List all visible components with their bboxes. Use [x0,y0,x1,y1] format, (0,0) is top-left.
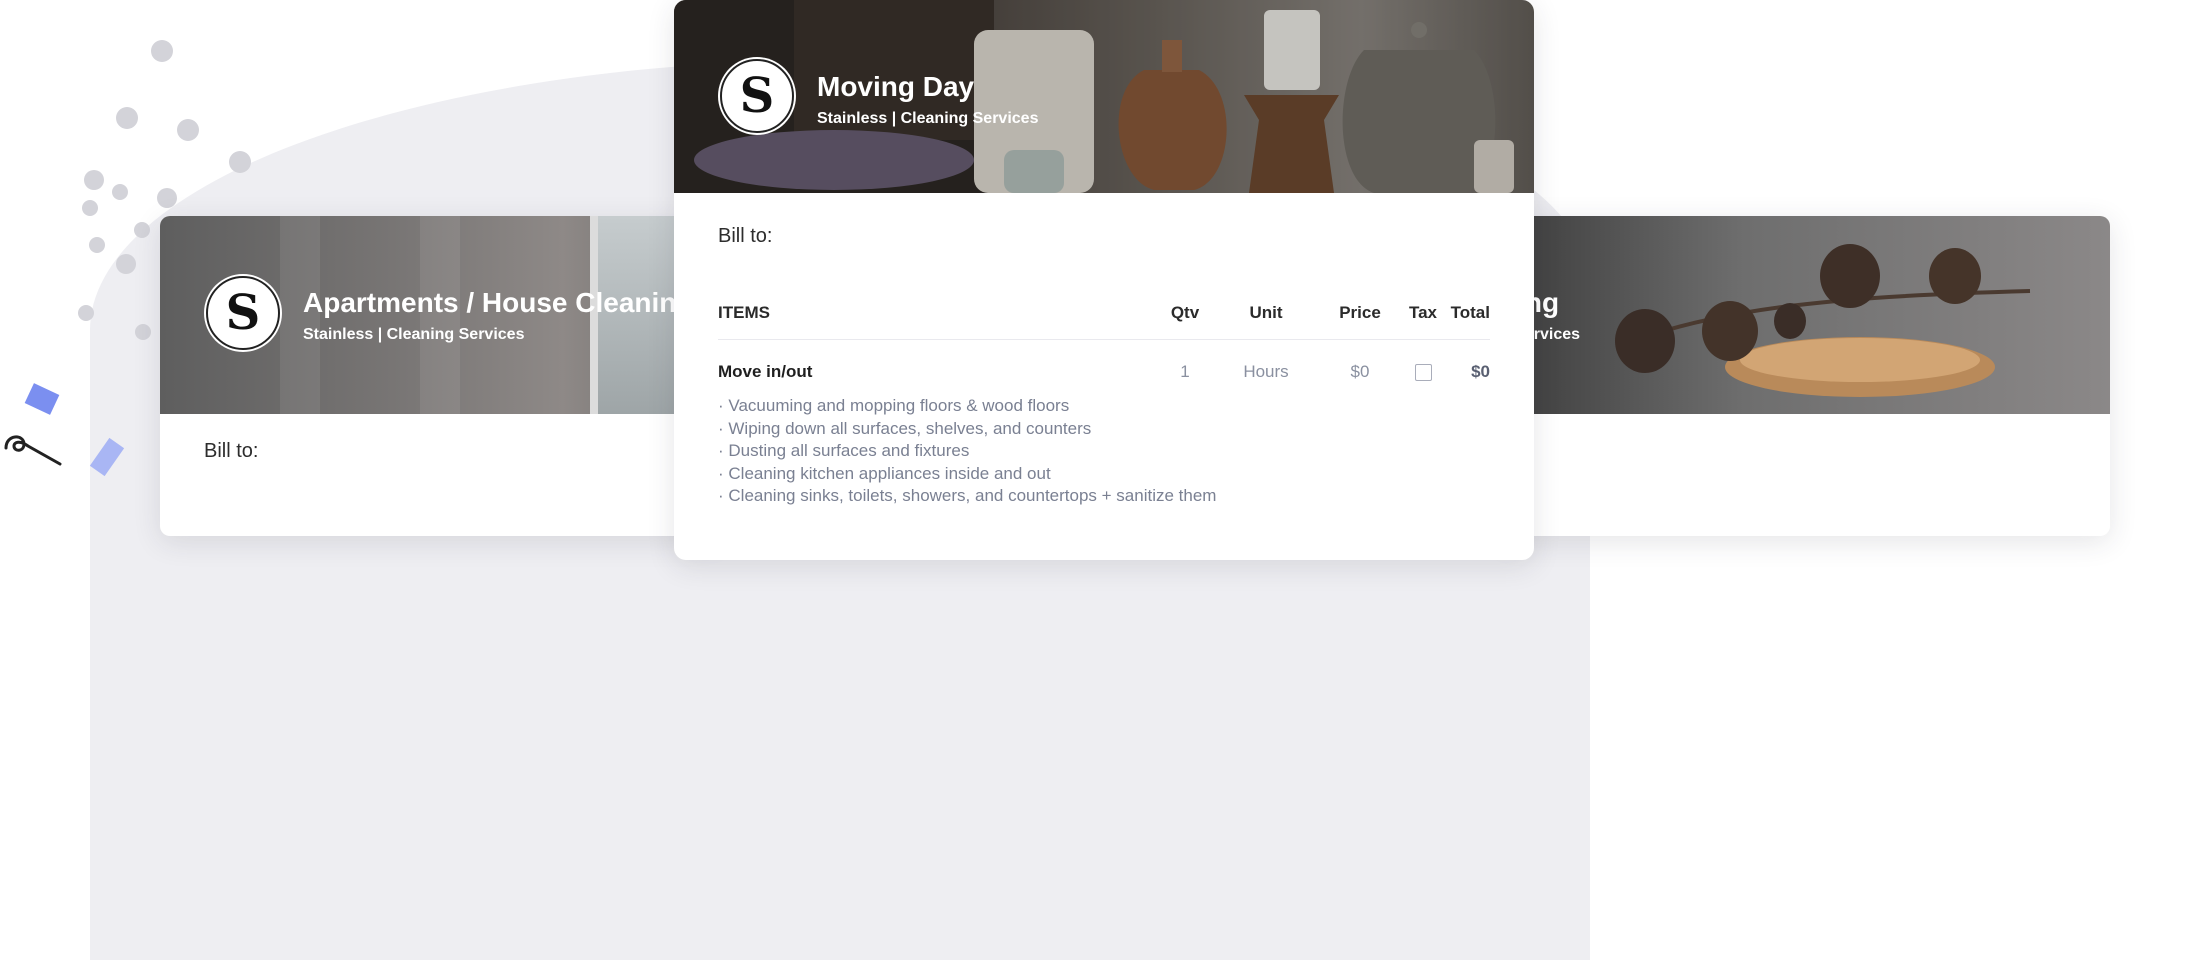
squiggle-icon [4,435,62,466]
card-subtitle: Stainless | Cleaning Services [303,326,525,343]
card-title: Moving Day [817,71,975,102]
invoice-card-moving-day[interactable]: S Moving Day Stainless | Cleaning Servic… [674,0,1534,560]
list-item: Vacuuming and mopping floors & wood floo… [718,395,1216,418]
invoice-card-right[interactable]: ning g Services [1500,216,2110,536]
table-row[interactable]: Move in/out 1 Hours $0 $0 [718,362,1490,392]
list-item: Cleaning kitchen appliances inside and o… [718,463,1216,486]
card-subtitle: Stainless | Cleaning Services [817,110,1039,127]
item-name: Move in/out [718,362,813,381]
hero-image: S Apartments / House Cleaning Stainless … [160,216,720,414]
header-items: ITEMS [718,303,770,322]
header-qty: Qtv [1170,303,1200,322]
bill-to-label: Bill to: [204,440,259,462]
header-price: Price [1339,303,1381,322]
header-unit: Unit [1249,303,1283,322]
hero-image: S Moving Day Stainless | Cleaning Servic… [674,0,1534,193]
item-details-list: Vacuuming and mopping floors & wood floo… [718,395,1216,508]
stainless-logo-icon: S [204,274,282,352]
item-qty: 1 [1180,362,1190,381]
list-item: Wiping down all surfaces, shelves, and c… [718,418,1216,441]
item-total: $0 [1471,362,1490,381]
item-price: $0 [1350,362,1370,381]
list-item: Cleaning sinks, toilets, showers, and co… [718,485,1216,508]
kitchen-shelf-image [674,0,1534,193]
header-tax: Tax [1408,303,1438,322]
items-table-header: ITEMS Qtv Unit Price Tax Total [718,303,1490,340]
header-total: Total [1450,303,1490,322]
hero-image: ning g Services [1500,216,2110,414]
stainless-logo-icon: S [718,57,796,135]
invoice-card-apartments[interactable]: S Apartments / House Cleaning Stainless … [160,216,720,536]
pinecones-image [1615,244,2031,373]
item-unit: Hours [1243,362,1289,381]
list-item: Dusting all surfaces and fixtures [718,440,1216,463]
tax-checkbox[interactable] [1398,362,1448,386]
decorative-blue-square [24,383,60,415]
card-title: Apartments / House Cleaning [303,287,694,318]
bill-to-label: Bill to: [718,225,773,247]
